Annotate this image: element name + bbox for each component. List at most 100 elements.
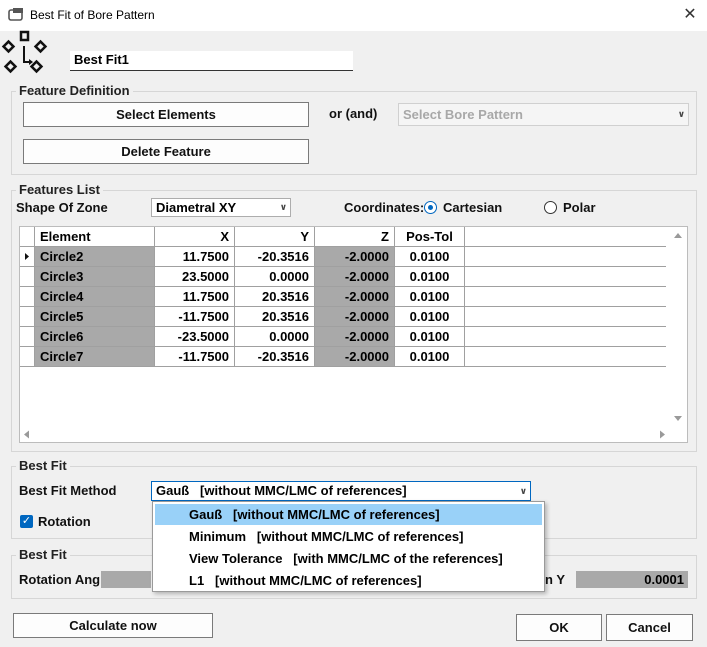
cell-x[interactable]: -11.7500 [155, 307, 235, 327]
row-header [20, 287, 35, 307]
cell-filler [465, 247, 666, 267]
cell-element[interactable]: Circle6 [35, 327, 155, 347]
features-list-label: Features List [16, 182, 103, 197]
column-header-pos-tol[interactable]: Pos-Tol [395, 227, 465, 247]
vertical-scrollbar[interactable] [668, 226, 688, 426]
current-row-arrow-icon [25, 253, 29, 260]
cell-pos-tol[interactable]: 0.0100 [395, 347, 465, 367]
select-bore-pattern-text: Select Bore Pattern [403, 107, 523, 122]
cell-filler [465, 347, 666, 367]
select-bore-pattern-combo: Select Bore Pattern ∨ [398, 103, 689, 126]
row-header [20, 267, 35, 287]
cartesian-radio[interactable] [424, 201, 437, 214]
chevron-down-icon: ∨ [677, 109, 685, 119]
cell-z[interactable]: -2.0000 [315, 327, 395, 347]
chevron-down-icon: ∨ [279, 202, 287, 212]
best-fit-method-label: Best Fit Method [19, 483, 117, 498]
cell-filler [465, 267, 666, 287]
best-fit-method-value: Gauß [without MMC/LMC of references] [156, 483, 407, 498]
cell-element[interactable]: Circle7 [35, 347, 155, 367]
cell-x[interactable]: -11.7500 [155, 347, 235, 367]
cell-z[interactable]: -2.0000 [315, 247, 395, 267]
shape-of-zone-combo[interactable]: Diametral XY ∨ [151, 198, 291, 217]
table-row[interactable]: Circle7 -11.7500 -20.3516 -2.0000 0.0100 [20, 347, 666, 367]
cell-element[interactable]: Circle2 [35, 247, 155, 267]
cell-pos-tol[interactable]: 0.0100 [395, 267, 465, 287]
ok-button[interactable]: OK [516, 614, 602, 641]
column-header-element[interactable]: Element [35, 227, 155, 247]
cell-filler [465, 307, 666, 327]
cell-element[interactable]: Circle5 [35, 307, 155, 327]
or-and-label: or (and) [329, 106, 378, 121]
row-header [20, 307, 35, 327]
cell-y[interactable]: -20.3516 [235, 347, 315, 367]
rotation-angle-label: Rotation Ang [19, 572, 101, 587]
row-header [20, 247, 35, 267]
table-row[interactable]: Circle3 23.5000 0.0000 -2.0000 0.0100 [20, 267, 666, 287]
cell-y[interactable]: 0.0000 [235, 327, 315, 347]
cell-y[interactable]: 20.3516 [235, 307, 315, 327]
table-header-row: Element X Y Z Pos-Tol [20, 227, 666, 247]
shift-y-value: 0.0001 [576, 571, 688, 588]
cell-pos-tol[interactable]: 0.0100 [395, 247, 465, 267]
cell-x[interactable]: -23.5000 [155, 327, 235, 347]
polar-radio[interactable] [544, 201, 557, 214]
cell-y[interactable]: 20.3516 [235, 287, 315, 307]
cell-pos-tol[interactable]: 0.0100 [395, 327, 465, 347]
coordinates-label: Coordinates: [344, 200, 425, 215]
table-row[interactable]: Circle6 -23.5000 0.0000 -2.0000 0.0100 [20, 327, 666, 347]
cell-pos-tol[interactable]: 0.0100 [395, 287, 465, 307]
best-fit-method-dropdown: Gauß [without MMC/LMC of references] Min… [152, 501, 545, 592]
column-header-x[interactable]: X [155, 227, 235, 247]
row-header [20, 347, 35, 367]
column-header-filler [465, 227, 666, 247]
cell-x[interactable]: 11.7500 [155, 247, 235, 267]
column-header-z[interactable]: Z [315, 227, 395, 247]
features-table: Element X Y Z Pos-Tol Circle2 11.7500 -2… [19, 226, 688, 443]
cell-x[interactable]: 11.7500 [155, 287, 235, 307]
cell-x[interactable]: 23.5000 [155, 267, 235, 287]
best-fit-method-combo[interactable]: Gauß [without MMC/LMC of references] ∨ [151, 481, 531, 501]
cancel-button[interactable]: Cancel [606, 614, 693, 641]
row-header-corner [20, 227, 35, 247]
select-elements-button[interactable]: Select Elements [23, 102, 309, 127]
delete-feature-button[interactable]: Delete Feature [23, 139, 309, 164]
rotation-checkbox[interactable]: ✓ [20, 515, 33, 528]
dropdown-option-minimum[interactable]: Minimum [without MMC/LMC of references] [155, 526, 542, 547]
cell-element[interactable]: Circle3 [35, 267, 155, 287]
cell-z[interactable]: -2.0000 [315, 287, 395, 307]
polar-label[interactable]: Polar [563, 200, 596, 215]
cell-z[interactable]: -2.0000 [315, 347, 395, 367]
table-row[interactable]: Circle4 11.7500 20.3516 -2.0000 0.0100 [20, 287, 666, 307]
cell-y[interactable]: -20.3516 [235, 247, 315, 267]
window-title: Best Fit of Bore Pattern [30, 8, 155, 22]
best-fit-result-label: Best Fit [16, 547, 70, 562]
chevron-down-icon: ∨ [519, 486, 527, 496]
column-header-y[interactable]: Y [235, 227, 315, 247]
cell-element[interactable]: Circle4 [35, 287, 155, 307]
table-row[interactable]: Circle5 -11.7500 20.3516 -2.0000 0.0100 [20, 307, 666, 327]
horizontal-scroll-arrows-icon[interactable] [19, 426, 669, 443]
cell-z[interactable]: -2.0000 [315, 267, 395, 287]
cartesian-label[interactable]: Cartesian [443, 200, 502, 215]
calculate-now-button[interactable]: Calculate now [13, 613, 213, 638]
cell-z[interactable]: -2.0000 [315, 307, 395, 327]
rotation-angle-value [101, 571, 151, 588]
vertical-scroll-arrows-icon[interactable] [668, 226, 688, 426]
best-fit-label: Best Fit [16, 458, 70, 473]
cell-pos-tol[interactable]: 0.0100 [395, 307, 465, 327]
close-icon[interactable]: ✕ [680, 4, 700, 26]
dropdown-option-l1[interactable]: L1 [without MMC/LMC of references] [155, 570, 542, 591]
shift-y-label: n Y [545, 572, 565, 587]
feature-name-input[interactable]: Best Fit1 [70, 51, 353, 71]
rotation-label[interactable]: Rotation [38, 514, 91, 529]
cell-y[interactable]: 0.0000 [235, 267, 315, 287]
row-header [20, 327, 35, 347]
table-row[interactable]: Circle2 11.7500 -20.3516 -2.0000 0.0100 [20, 247, 666, 267]
cell-filler [465, 327, 666, 347]
horizontal-scrollbar[interactable] [19, 426, 669, 443]
dropdown-option-view-tolerance[interactable]: View Tolerance [with MMC/LMC of the refe… [155, 548, 542, 569]
feature-definition-label: Feature Definition [16, 83, 133, 98]
dropdown-option-gauss[interactable]: Gauß [without MMC/LMC of references] [155, 504, 542, 525]
title-bar: Best Fit of Bore Pattern ✕ [0, 0, 707, 31]
